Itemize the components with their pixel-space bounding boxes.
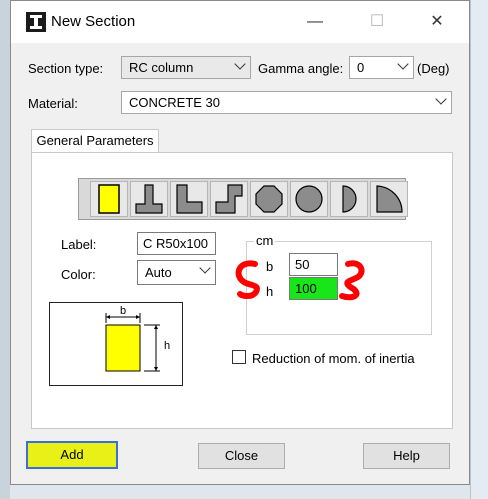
label-input[interactable]: C R50x100 [137,232,216,255]
background-window-right [470,0,488,499]
rectangle-shape-icon [98,184,120,214]
help-button[interactable]: Help [363,443,450,469]
background-window [0,0,10,499]
shape-l-button[interactable] [170,181,208,217]
shape-rectangle-button[interactable] [90,181,128,217]
reduction-checkbox[interactable] [232,350,246,364]
add-button[interactable]: Add [26,441,118,469]
maximize-button[interactable]: ☐ [357,9,397,35]
section-sketch: b h [49,302,183,386]
app-icon [26,12,46,32]
gamma-angle-select[interactable]: 0 [349,56,414,79]
minimize-button[interactable]: — [295,9,335,35]
reduction-label: Reduction of mom. of inertia [252,351,415,366]
quarter-circle-shape-icon [376,185,403,213]
l-section-icon [176,184,203,214]
shape-circle-button[interactable] [290,181,328,217]
sketch-h-label: h [164,340,171,352]
section-type-label: Section type: [28,61,104,76]
material-label: Material: [28,96,78,111]
title-bar: New Section — ☐ ✕ [11,1,469,43]
shape-selector [78,178,408,220]
label-field-label: Label: [61,237,97,252]
chevron-down-icon [435,93,447,105]
window-title: New Section [51,13,136,30]
circle-shape-icon [295,185,323,213]
color-value: Auto [145,265,172,280]
z-section-icon [215,184,243,214]
octagon-shape-icon [255,185,283,213]
gamma-angle-label: Gamma angle: [258,61,344,76]
tab-general-parameters[interactable]: General Parameters [31,129,159,153]
section-type-value: RC column [129,60,194,75]
section-preview-drawing [105,313,160,372]
chevron-down-icon [234,58,246,70]
shape-quarter-circle-button[interactable] [370,181,408,217]
shape-z-button[interactable] [210,181,248,217]
shape-half-circle-button[interactable] [330,181,368,217]
chevron-down-icon [397,58,409,70]
close-button[interactable]: Close [198,443,285,469]
color-select[interactable]: Auto [137,260,216,285]
half-circle-shape-icon [342,185,357,213]
chevron-down-icon [199,262,211,274]
sketch-b-label: b [120,305,127,317]
gamma-unit-label: (Deg) [417,61,450,76]
material-select[interactable]: CONCRETE 30 [121,91,452,114]
red-annotation-marks [235,260,365,301]
unit-legend: cm [254,233,276,248]
material-value: CONCRETE 30 [129,95,221,110]
close-window-button[interactable]: ✕ [417,9,457,35]
shape-t-button[interactable] [130,181,168,217]
t-section-icon [135,184,163,214]
section-type-select[interactable]: RC column [121,56,251,79]
color-field-label: Color: [61,267,96,282]
shape-octagon-button[interactable] [250,181,288,217]
gamma-angle-value: 0 [357,60,365,75]
